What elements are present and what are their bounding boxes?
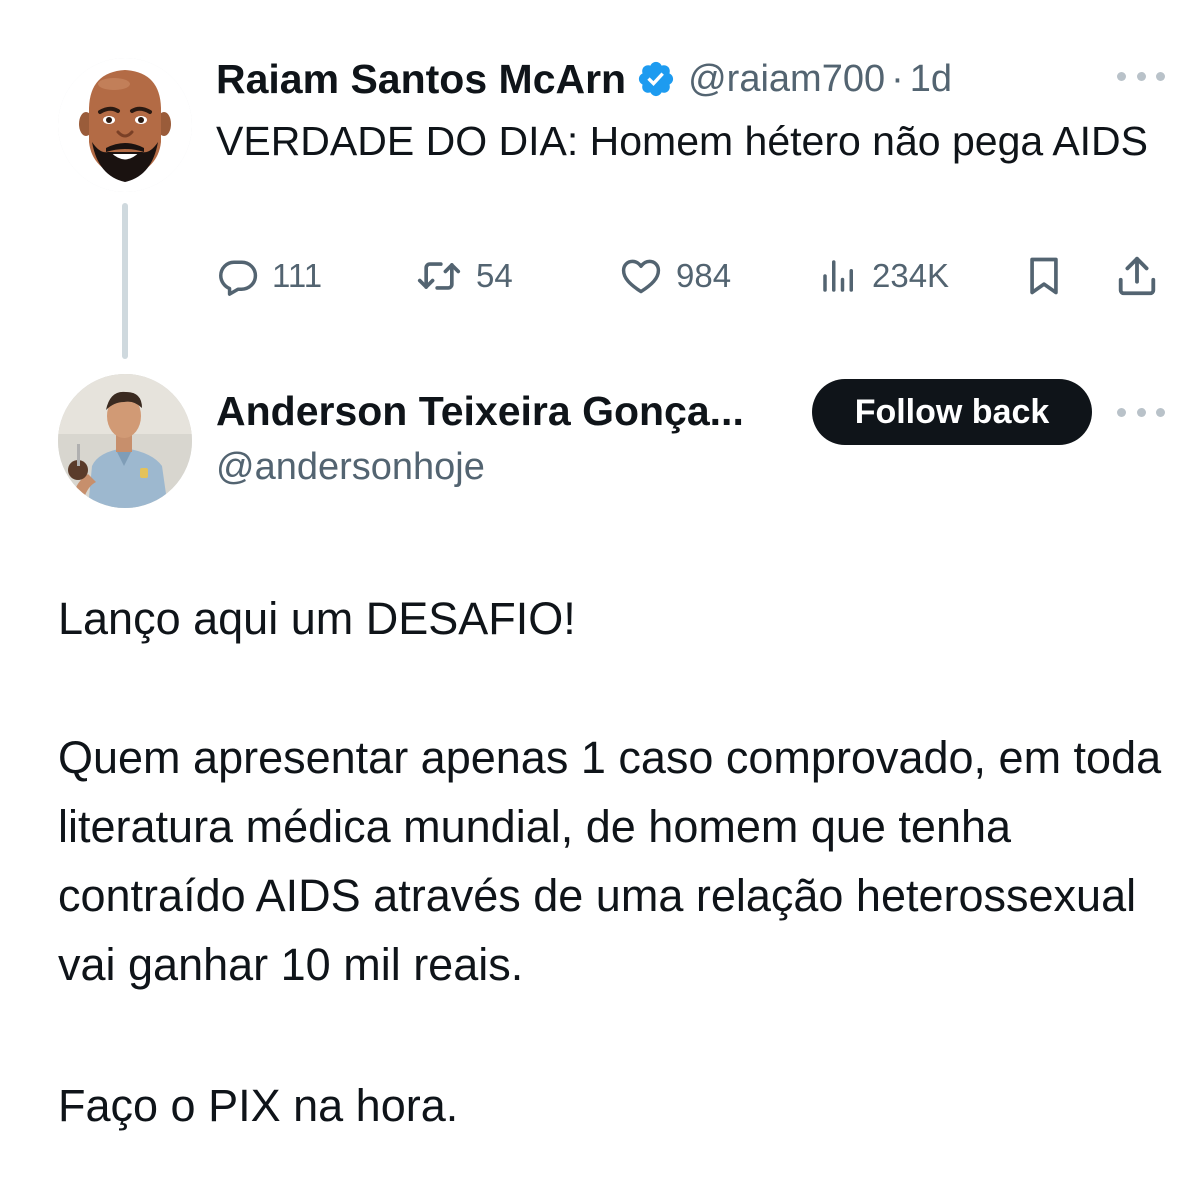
reply-count: 111	[272, 257, 323, 294]
bookmark-button[interactable]	[1022, 248, 1066, 304]
tweet-timestamp[interactable]: 1d	[910, 58, 952, 101]
bookmark-icon	[1030, 257, 1058, 295]
reply-icon	[219, 260, 258, 296]
parent-author-name[interactable]: Raiam Santos McArn	[216, 56, 626, 103]
views-button[interactable]: 234K	[818, 248, 949, 304]
like-button[interactable]: 984	[618, 248, 731, 304]
retweet-icon	[417, 262, 461, 290]
more-icon[interactable]	[1117, 402, 1165, 422]
parent-author-handle[interactable]: @raiam700	[688, 58, 885, 101]
parent-tweet-text: VERDADE DO DIA: Homem hétero não pega AI…	[216, 118, 1149, 164]
profile-photo-image	[58, 374, 192, 508]
thread-connector-line	[122, 203, 128, 359]
reply-paragraph-1: Lanço aqui um DESAFIO!	[58, 593, 576, 644]
avatar-raiam[interactable]	[58, 58, 192, 192]
retweet-count: 54	[476, 257, 513, 294]
reply-paragraph-2: Quem apresentar apenas 1 caso comprovado…	[58, 732, 1162, 990]
views-icon	[823, 260, 853, 292]
reply-author-name[interactable]: Anderson Teixeira Gonça...	[216, 388, 744, 435]
cartoon-avatar-image	[58, 58, 192, 192]
retweet-button[interactable]: 54	[414, 248, 513, 304]
share-button[interactable]	[1114, 248, 1160, 304]
follow-back-button[interactable]: Follow back	[812, 379, 1092, 445]
like-icon	[621, 259, 661, 294]
like-count: 984	[676, 257, 732, 294]
parent-tweet-header: Raiam Santos McArn @raiam700 · 1d	[216, 52, 952, 106]
reply-author-handle[interactable]: @andersonhoje	[216, 446, 485, 489]
verified-badge-icon	[639, 61, 674, 97]
separator-dot: ·	[891, 57, 904, 100]
tweet-actions-bar: 111 54 984 234K	[216, 248, 1166, 304]
views-count: 234K	[872, 257, 950, 294]
reply-paragraph-3: Faço o PIX na hora.	[58, 1080, 459, 1131]
avatar-anderson[interactable]	[58, 374, 192, 508]
more-icon[interactable]	[1117, 66, 1165, 86]
share-icon	[1118, 256, 1156, 296]
reply-button[interactable]: 111	[216, 248, 322, 304]
